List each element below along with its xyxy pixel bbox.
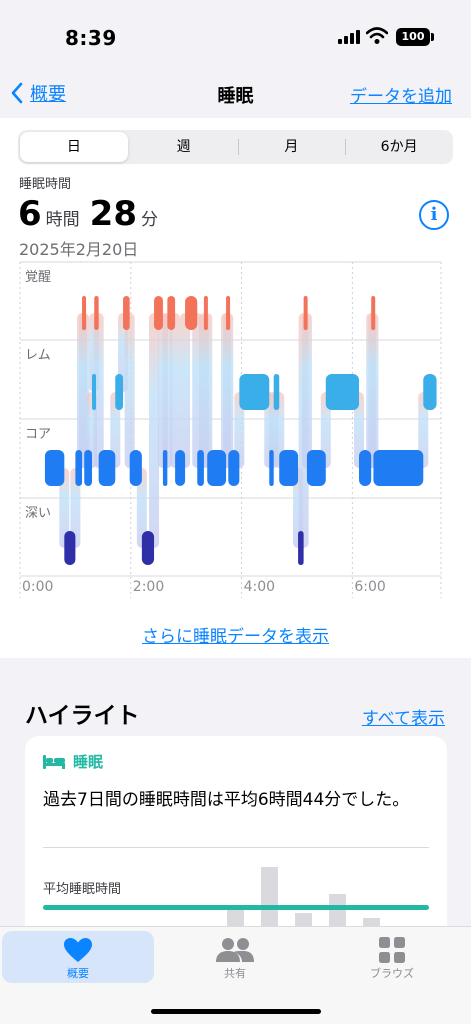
sleep-segment [359, 450, 372, 486]
sleep-segment [44, 450, 65, 486]
info-icon[interactable]: i [419, 200, 449, 230]
period-segmented-control: 日 週 月 6か月 [18, 130, 453, 164]
sleep-segment [98, 450, 116, 486]
tab-browse-label: ブラウズ [370, 967, 414, 980]
sleep-segment [82, 296, 87, 330]
sleep-segment [423, 374, 437, 410]
sleep-segment [75, 450, 83, 486]
stage-transition [301, 313, 312, 468]
people-icon [216, 938, 254, 962]
battery-icon: 100 [396, 28, 430, 46]
sleep-segment [162, 450, 168, 486]
status-time: 8:39 [65, 26, 117, 50]
sleep-segment [298, 531, 304, 565]
tab-browse[interactable]: ブラウズ [316, 931, 468, 983]
segment-month[interactable]: 月 [237, 130, 346, 164]
segment-week[interactable]: 週 [130, 130, 238, 164]
stage-transition [202, 313, 213, 468]
x-tick-label: 6:00 [354, 579, 385, 595]
battery-nub [431, 33, 434, 41]
x-tick-label: 2:00 [133, 579, 164, 595]
segment-day[interactable]: 日 [20, 132, 128, 162]
sleep-segment [373, 450, 424, 486]
sleep-segment [64, 531, 76, 565]
heart-icon [64, 938, 92, 962]
sleep-segment [279, 450, 299, 486]
cellular-signal-icon [338, 30, 360, 44]
sleep-segment [154, 296, 163, 330]
add-data-button[interactable]: データを追加 [350, 82, 452, 107]
tab-summary[interactable]: 概要 [2, 931, 154, 983]
stage-transition [368, 313, 379, 468]
tab-summary-label: 概要 [67, 967, 89, 980]
tab-sharing[interactable]: 共有 [159, 931, 311, 983]
sleep-segment [115, 374, 124, 410]
stage-label: 覚醒 [25, 270, 51, 285]
highlights-title: ハイライト [25, 703, 140, 729]
highlights-show-all-link[interactable]: すべて表示 [362, 704, 445, 729]
sleep-segment [167, 296, 176, 330]
stage-label: コア [25, 427, 51, 442]
sleep-duration: 6 時間 28 分 [18, 194, 168, 234]
x-tick-label: 4:00 [244, 579, 275, 595]
sleep-segment [303, 296, 308, 330]
sleep-segment [175, 450, 186, 486]
segment-6months[interactable]: 6か月 [345, 130, 453, 164]
wifi-icon [366, 27, 388, 44]
home-indicator [151, 1009, 321, 1014]
sleep-segment [129, 450, 142, 486]
stage-label: レム [25, 348, 51, 363]
stage-transition [180, 313, 191, 468]
sleep-segment [325, 374, 360, 410]
sleep-duration-label: 睡眠時間 [19, 177, 72, 192]
duration-hours-unit: 時間 [45, 210, 80, 230]
sleep-segment [273, 374, 280, 410]
sleep-segment [141, 531, 155, 565]
status-bar: 8:39 100 [0, 0, 471, 70]
sleep-date: 2025年2月20日 [19, 240, 139, 259]
sleep-segment [84, 450, 93, 486]
stage-label: 深い [25, 506, 51, 521]
duration-minutes: 28 [89, 194, 137, 234]
sleep-segment [226, 296, 231, 330]
sleep-segment [185, 296, 198, 330]
stage-transition [170, 313, 181, 468]
stage-transition [149, 313, 160, 548]
stage-transition [124, 313, 135, 468]
sleep-stage-chart[interactable]: 覚醒レムコア深い 0:00 2:00 4:00 6:00 [0, 258, 471, 603]
sleep-segment [207, 450, 227, 486]
duration-hours: 6 [18, 194, 42, 234]
nav-bar: 概要 睡眠 データを追加 [0, 70, 471, 118]
show-more-sleep-data-link[interactable]: さらに睡眠データを表示 [0, 622, 471, 647]
sleep-segment [239, 374, 270, 410]
sleep-segment [203, 296, 208, 330]
sleep-segment [94, 296, 99, 330]
sleep-segment [123, 296, 130, 330]
sleep-segment [306, 450, 326, 486]
sleep-segment [269, 450, 274, 486]
x-tick-label: 0:00 [22, 579, 53, 595]
sleep-segment [197, 450, 204, 486]
tab-sharing-label: 共有 [224, 967, 246, 980]
grid-icon [379, 937, 405, 963]
sleep-segment [92, 374, 97, 410]
stage-transition [223, 313, 234, 468]
sleep-segment [228, 450, 240, 486]
sleep-panel: 日 週 月 6か月 睡眠時間 6 時間 28 分 2025年2月20日 i 覚醒… [0, 118, 471, 658]
duration-minutes-unit: 分 [141, 210, 158, 230]
sleep-segment [371, 296, 376, 330]
